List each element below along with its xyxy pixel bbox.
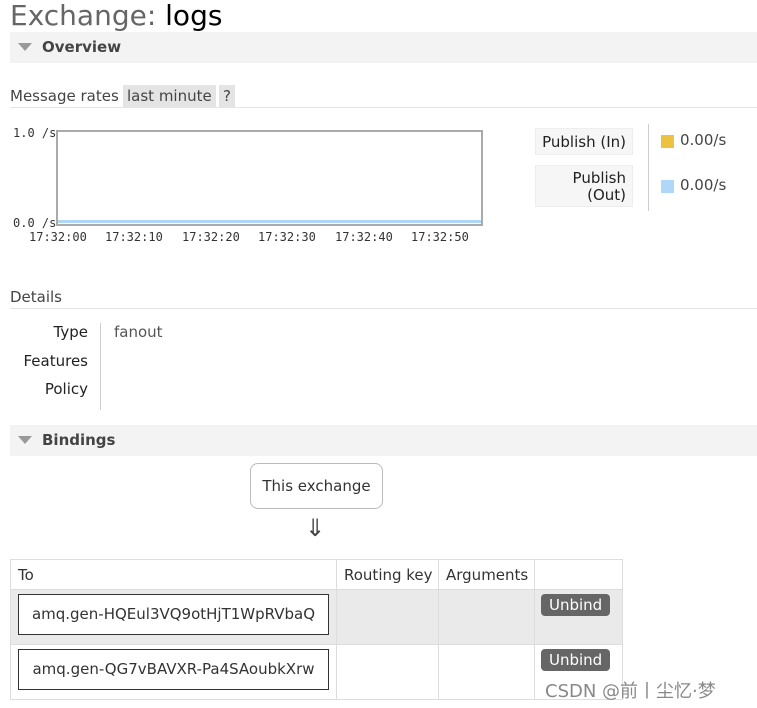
- x-tick: 17:32:10: [105, 230, 163, 244]
- legend-label: Publish: [572, 169, 626, 187]
- detail-policy-label: Policy: [44, 380, 88, 398]
- legend-label: Publish (In): [542, 133, 626, 151]
- arguments-cell: [438, 589, 535, 645]
- exchange-name: logs: [165, 0, 223, 32]
- publish-out-color-swatch: [661, 180, 674, 193]
- col-to: To: [10, 559, 337, 590]
- x-tick: 17:32:50: [411, 230, 469, 244]
- collapse-triangle-icon: [18, 435, 32, 444]
- legend-label-cont: (Out): [587, 186, 626, 204]
- legend-divider: [648, 124, 649, 211]
- publish-in-color-swatch: [661, 135, 674, 148]
- message-rates-label: Message rates: [10, 87, 119, 105]
- routing-key-cell: [336, 589, 439, 645]
- collapse-triangle-icon: [18, 42, 32, 51]
- divider: [10, 107, 757, 108]
- bindings-table: To Routing key Arguments amq.gen-HQEul3V…: [10, 559, 623, 700]
- this-exchange-box: This exchange: [250, 463, 383, 509]
- overview-heading: Overview: [42, 38, 122, 56]
- publish-out-rate: 0.00/s: [680, 176, 727, 194]
- detail-type-label: Type: [53, 323, 88, 341]
- details-label: Details: [10, 288, 63, 306]
- rate-period-selector[interactable]: last minute: [123, 85, 216, 107]
- watermark: CSDN @前丨尘忆·梦: [545, 681, 716, 702]
- detail-type-value: fanout: [114, 323, 163, 341]
- bindings-heading: Bindings: [42, 431, 116, 449]
- unbind-button[interactable]: Unbind: [541, 649, 611, 671]
- title-prefix: Exchange:: [10, 0, 166, 32]
- details-divider: [100, 323, 101, 410]
- publish-out-series-line: [58, 220, 481, 223]
- publish-in-rate: 0.00/s: [680, 131, 727, 149]
- legend-publish-in: Publish (In): [535, 128, 633, 155]
- x-tick: 17:32:00: [29, 230, 87, 244]
- x-tick: 17:32:20: [182, 230, 240, 244]
- arguments-cell: [438, 644, 535, 700]
- col-arguments: Arguments: [438, 559, 535, 590]
- y-tick-min: 0.0 /s: [13, 216, 57, 230]
- col-actions: [534, 559, 623, 590]
- table-row: amq.gen-HQEul3VQ9otHjT1WpRVbaQ Unbind: [10, 589, 623, 645]
- detail-features-label: Features: [23, 352, 89, 370]
- help-button[interactable]: ?: [219, 85, 235, 107]
- legend-publish-out: Publish (Out): [535, 165, 633, 207]
- queue-link[interactable]: amq.gen-HQEul3VQ9otHjT1WpRVbaQ: [18, 594, 329, 635]
- rate-chart-plot: [56, 130, 483, 226]
- down-arrow-icon: ⇓: [305, 514, 326, 542]
- overview-section-toggle[interactable]: Overview: [10, 32, 757, 63]
- bindings-section-toggle[interactable]: Bindings: [10, 425, 757, 456]
- routing-key-cell: [336, 644, 439, 700]
- y-tick-max: 1.0 /s: [13, 126, 57, 140]
- col-routing-key: Routing key: [336, 559, 439, 590]
- unbind-button[interactable]: Unbind: [541, 594, 611, 616]
- queue-link[interactable]: amq.gen-QG7vBAVXR-Pa4SAoubkXrw: [18, 649, 329, 690]
- x-tick: 17:32:30: [258, 230, 316, 244]
- page-title: Exchange: logs: [10, 0, 222, 34]
- x-tick: 17:32:40: [335, 230, 393, 244]
- divider: [10, 308, 757, 309]
- table-row: amq.gen-QG7vBAVXR-Pa4SAoubkXrw Unbind: [10, 644, 623, 700]
